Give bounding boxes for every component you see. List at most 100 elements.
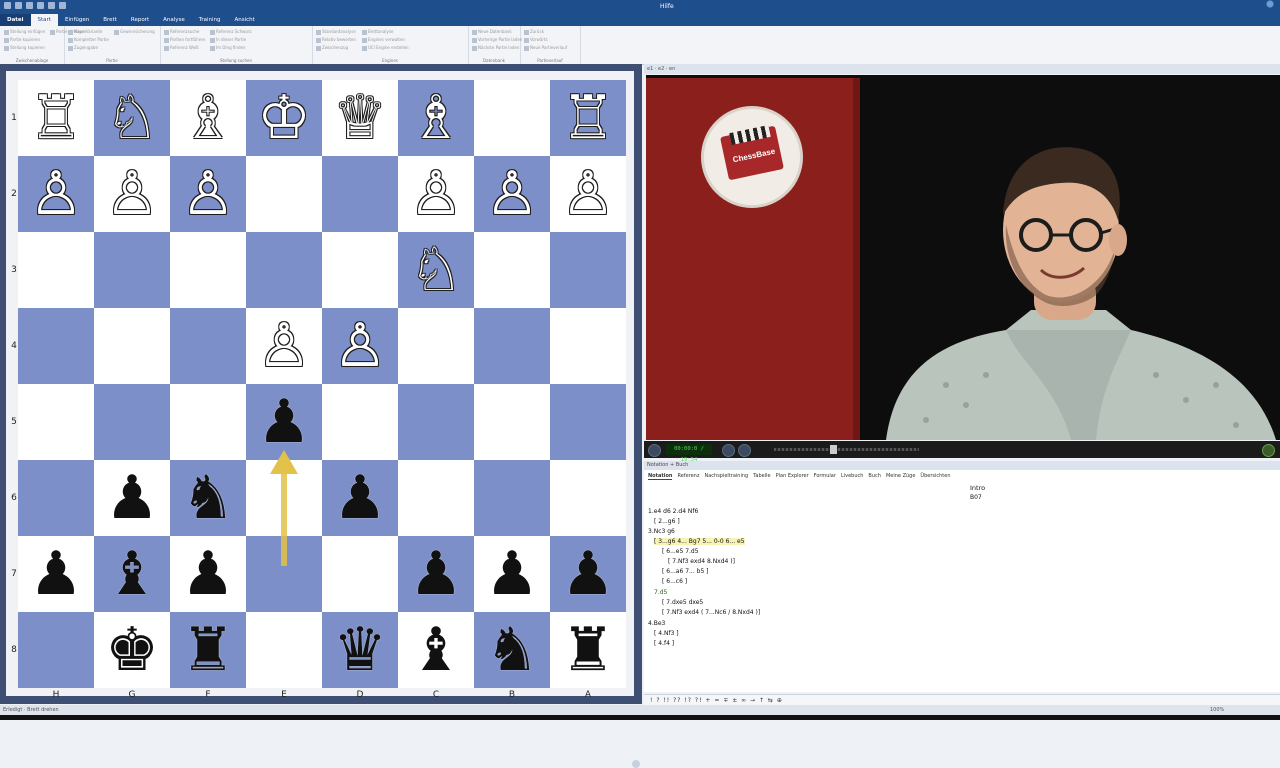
- white-knight-icon[interactable]: ♘: [94, 80, 170, 156]
- notation-line[interactable]: [ 6...a6 7... b5 ]: [662, 568, 709, 575]
- notation-tab-2[interactable]: Nachspieltraining: [704, 473, 748, 479]
- square-f5[interactable]: [170, 384, 246, 460]
- notation-line[interactable]: [ 6...e5 7.d5: [662, 548, 699, 555]
- square-b5[interactable]: [474, 384, 550, 460]
- notation-line[interactable]: [ 2...g6 ]: [654, 518, 680, 525]
- square-b6[interactable]: [474, 460, 550, 536]
- white-pawn-icon[interactable]: ♙: [170, 156, 246, 232]
- square-b7[interactable]: ♟: [474, 536, 550, 612]
- ribbon-item[interactable]: Neue Datenbank: [472, 29, 512, 35]
- notation-line[interactable]: [ 4.Nf3 ]: [654, 630, 679, 637]
- square-g4[interactable]: [94, 308, 170, 384]
- square-e2[interactable]: [246, 156, 322, 232]
- ribbon-item[interactable]: Partie kopieren: [4, 37, 40, 43]
- ribbon-item[interactable]: Referenz Weiß: [164, 45, 199, 51]
- square-b8[interactable]: ♞: [474, 612, 550, 688]
- square-a3[interactable]: [550, 232, 626, 308]
- white-pawn-icon[interactable]: ♙: [246, 308, 322, 384]
- white-bishop-icon[interactable]: ♗: [170, 80, 246, 156]
- ribbon-item[interactable]: Relativ bewerten: [316, 37, 356, 43]
- pause-button[interactable]: [648, 444, 661, 457]
- square-f4[interactable]: [170, 308, 246, 384]
- ribbon-item[interactable]: Stellung kopieren: [4, 45, 45, 51]
- notation-tab-0[interactable]: Notation: [648, 473, 673, 480]
- black-pawn-icon[interactable]: ♟: [94, 460, 170, 536]
- square-d8[interactable]: ♛: [322, 612, 398, 688]
- notation-line[interactable]: [ 6...c6 ]: [662, 578, 687, 585]
- menu-tab-3[interactable]: Brett: [96, 14, 124, 26]
- white-pawn-icon[interactable]: ♙: [550, 156, 626, 232]
- square-d5[interactable]: [322, 384, 398, 460]
- menu-tab-4[interactable]: Report: [124, 14, 156, 26]
- ribbon-item[interactable]: Zwischenzug: [316, 45, 348, 51]
- white-pawn-icon[interactable]: ♙: [398, 156, 474, 232]
- quick-access-toolbar[interactable]: [4, 2, 66, 9]
- black-pawn-icon[interactable]: ♟: [474, 536, 550, 612]
- notation-tab-1[interactable]: Referenz: [677, 473, 699, 479]
- notation-line[interactable]: [ 7.dxe5 dxe5: [662, 599, 703, 606]
- square-c1[interactable]: ♗: [398, 80, 474, 156]
- square-f1[interactable]: ♗: [170, 80, 246, 156]
- white-pawn-icon[interactable]: ♙: [474, 156, 550, 232]
- square-g7[interactable]: ♝: [94, 536, 170, 612]
- square-e4[interactable]: ♙: [246, 308, 322, 384]
- ribbon-item[interactable]: Referenz Schwarz: [210, 29, 252, 35]
- square-e1[interactable]: ♔: [246, 80, 322, 156]
- square-h4[interactable]: [18, 308, 94, 384]
- white-knight-icon[interactable]: ♘: [398, 232, 474, 308]
- notation-tab-4[interactable]: Plan Explorer: [776, 473, 809, 479]
- menu-tab-0[interactable]: Datei: [0, 14, 31, 26]
- notation-tab-6[interactable]: Livebuch: [841, 473, 863, 479]
- notation-tab-7[interactable]: Buch: [868, 473, 881, 479]
- notation-tab-3[interactable]: Tabelle: [753, 473, 770, 479]
- square-d4[interactable]: ♙: [322, 308, 398, 384]
- ribbon-item[interactable]: Gewinnsicherung: [114, 29, 155, 35]
- square-b4[interactable]: [474, 308, 550, 384]
- square-f6[interactable]: ♞: [170, 460, 246, 536]
- black-bishop-icon[interactable]: ♝: [398, 612, 474, 688]
- notation-tab-8[interactable]: Meine Züge: [886, 473, 915, 479]
- square-c3[interactable]: ♘: [398, 232, 474, 308]
- square-f8[interactable]: ♜: [170, 612, 246, 688]
- menu-tab-7[interactable]: Ansicht: [227, 14, 261, 26]
- ribbon-item[interactable]: UCI Engine erstellen: [362, 45, 409, 51]
- black-knight-icon[interactable]: ♞: [170, 460, 246, 536]
- menu-tab-1[interactable]: Start: [30, 14, 58, 26]
- ribbon-item[interactable]: Standardanalyse: [316, 29, 356, 35]
- black-queen-icon[interactable]: ♛: [322, 612, 398, 688]
- notation-line[interactable]: 4.Be3: [648, 620, 665, 627]
- square-c6[interactable]: [398, 460, 474, 536]
- next-button[interactable]: [738, 444, 751, 457]
- square-g5[interactable]: [94, 384, 170, 460]
- black-pawn-icon[interactable]: ♟: [322, 460, 398, 536]
- ribbon-item[interactable]: Nächste Partie laden: [472, 45, 519, 51]
- ribbon-item[interactable]: Neue Partieverlauf: [524, 45, 567, 51]
- notation-line[interactable]: 7.d5: [654, 589, 667, 596]
- menu-tab-5[interactable]: Analyse: [156, 14, 192, 26]
- square-c7[interactable]: ♟: [398, 536, 474, 612]
- square-g8[interactable]: ♚: [94, 612, 170, 688]
- square-a1[interactable]: ♖: [550, 80, 626, 156]
- square-c2[interactable]: ♙: [398, 156, 474, 232]
- square-e8[interactable]: [246, 612, 322, 688]
- ribbon-item[interactable]: Neue Variante: [68, 29, 102, 35]
- fullscreen-button[interactable]: [1262, 444, 1275, 457]
- square-b1[interactable]: [474, 80, 550, 156]
- ribbon-item[interactable]: Stellung einfügen: [4, 29, 45, 35]
- video-seek-thumb[interactable]: [830, 445, 837, 454]
- square-f2[interactable]: ♙: [170, 156, 246, 232]
- square-a7[interactable]: ♟: [550, 536, 626, 612]
- square-g2[interactable]: ♙: [94, 156, 170, 232]
- square-g1[interactable]: ♘: [94, 80, 170, 156]
- black-rook-icon[interactable]: ♜: [170, 612, 246, 688]
- square-d6[interactable]: ♟: [322, 460, 398, 536]
- notation-line[interactable]: 3.Nc3 g6: [648, 528, 675, 535]
- square-b3[interactable]: [474, 232, 550, 308]
- notation-line[interactable]: [ 3...g6 4... Bg7 5... 0-0 6... e5: [654, 538, 745, 545]
- ribbon-item[interactable]: Zurück: [524, 29, 544, 35]
- ribbon-item[interactable]: Referenzsuche: [164, 29, 199, 35]
- black-pawn-icon[interactable]: ♟: [398, 536, 474, 612]
- square-d1[interactable]: ♕: [322, 80, 398, 156]
- square-c8[interactable]: ♝: [398, 612, 474, 688]
- white-king-icon[interactable]: ♔: [246, 80, 322, 156]
